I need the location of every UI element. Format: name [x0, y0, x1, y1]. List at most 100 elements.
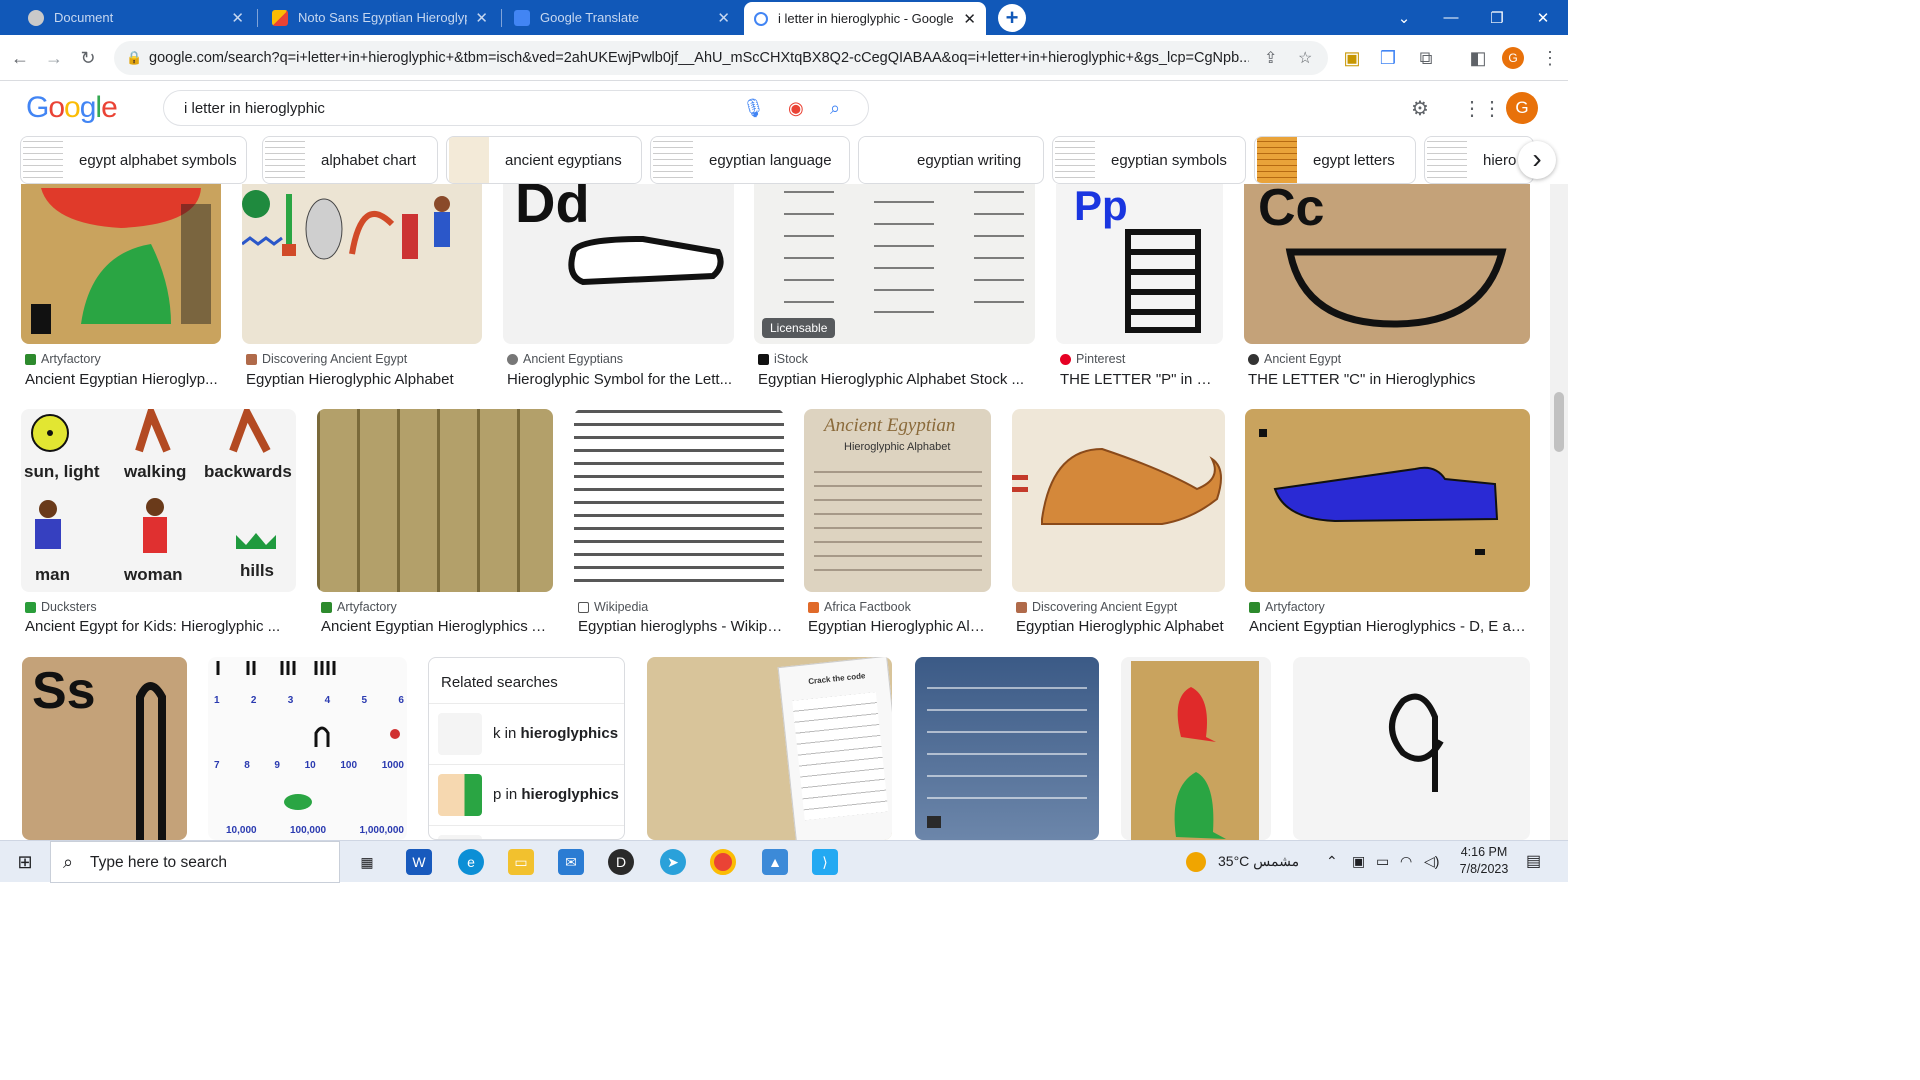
result-title[interactable]: Egyptian hieroglyphs - Wikipe... — [578, 618, 784, 635]
lens-camera-icon[interactable]: ◉ — [788, 98, 804, 119]
camera-icon[interactable]: ▣ — [1352, 853, 1365, 870]
profile-avatar[interactable]: G — [1502, 47, 1524, 69]
address-bar[interactable]: 🔒 google.com/search?q=i+letter+in+hierog… — [114, 41, 1328, 75]
close-icon[interactable]: ✕ — [717, 9, 730, 27]
close-icon[interactable]: ✕ — [475, 9, 488, 27]
google-logo[interactable]: Google — [26, 91, 118, 125]
result-image[interactable] — [574, 409, 784, 592]
windows-start-icon[interactable]: ⊞ — [12, 849, 38, 875]
menu-kebab-icon[interactable]: ⋮ — [1538, 46, 1562, 70]
result-title[interactable]: Egyptian Hieroglyphic Alphabet — [1016, 618, 1226, 635]
related-search-item[interactable] — [429, 825, 624, 839]
chevron-right-icon[interactable]: › — [1518, 141, 1556, 179]
new-tab-button[interactable]: + — [998, 4, 1026, 32]
related-search-item[interactable]: p in hieroglyphics — [429, 764, 624, 824]
result-image[interactable]: Crack the code — [647, 657, 892, 840]
result-title[interactable]: THE LETTER "C" in Hieroglyphics — [1248, 371, 1530, 388]
forward-arrow-icon[interactable]: → — [42, 46, 66, 70]
close-icon[interactable]: ✕ — [231, 9, 244, 27]
result-image[interactable] — [915, 657, 1099, 840]
weather-text[interactable]: 35°C مشمس — [1218, 853, 1299, 870]
wifi-icon[interactable]: ◠ — [1400, 853, 1412, 870]
copy-extension-icon[interactable]: ❒ — [1376, 46, 1400, 70]
result-image[interactable]: 123456 7 8 9 10 100 1000 10,000 100,000 1,000,0… — [208, 657, 407, 840]
battery-icon[interactable]: ▭ — [1376, 853, 1389, 870]
chip-egyptian-language[interactable]: egyptian language — [650, 136, 850, 184]
result-image[interactable] — [317, 409, 553, 592]
photos-icon[interactable]: ▲ — [762, 849, 788, 875]
share-icon[interactable]: ⇪ — [1264, 48, 1277, 68]
back-arrow-icon[interactable]: ← — [8, 46, 32, 70]
close-icon[interactable]: ✕ — [963, 10, 976, 28]
result-title[interactable]: Egyptian Hieroglyphic Alphabet Stock ... — [758, 371, 1034, 388]
chevron-up-icon[interactable]: ⌃ — [1326, 853, 1338, 870]
extension-icon[interactable]: ▣ — [1340, 46, 1364, 70]
result-title[interactable]: Egyptian Hieroglyphic Alp... — [808, 618, 990, 635]
tab-google-translate[interactable]: Google Translate ✕ — [504, 0, 740, 35]
search-input[interactable]: i letter in hieroglyphic — [184, 100, 325, 117]
related-search-item[interactable]: k in hieroglyphics — [429, 703, 624, 763]
scrollbar-thumb[interactable] — [1554, 392, 1564, 452]
result-image[interactable]: Dd — [503, 184, 734, 344]
window-close-icon[interactable]: ✕ — [1520, 0, 1566, 35]
taskbar-search-box[interactable]: ⌕ Type here to search — [50, 841, 340, 883]
weather-sun-icon[interactable] — [1186, 852, 1206, 872]
result-title[interactable]: Ancient Egypt for Kids: Hieroglyphic ... — [25, 618, 295, 635]
search-icon[interactable]: ⌕ — [830, 98, 840, 119]
clock[interactable]: 4:16 PM 7/8/2023 — [1455, 845, 1513, 876]
result-image[interactable]: Ss — [22, 657, 187, 840]
result-image[interactable] — [1293, 657, 1530, 840]
apps-grid-icon[interactable]: ⋮⋮ — [1462, 96, 1502, 121]
result-title[interactable]: Ancient Egyptian Hieroglyphics A... — [321, 618, 553, 635]
chip-ancient-egyptians[interactable]: ancient egyptians — [446, 136, 642, 184]
result-image[interactable]: Licensable — [754, 184, 1035, 344]
tab-search-icon[interactable]: ⌄ — [1381, 0, 1427, 35]
tab-google-search[interactable]: i letter in hieroglyphic - Google ✕ — [744, 2, 986, 35]
result-image[interactable] — [1245, 409, 1530, 592]
dell-icon[interactable]: D — [608, 849, 634, 875]
maximize-icon[interactable]: ❐ — [1474, 0, 1520, 35]
chrome-icon[interactable] — [710, 849, 736, 875]
result-image[interactable] — [21, 184, 221, 344]
licensable-badge[interactable]: Licensable — [762, 318, 836, 338]
search-box[interactable]: i letter in hieroglyphic 🎙 ◉ ⌕ — [163, 90, 869, 126]
url-text[interactable]: google.com/search?q=i+letter+in+hierogly… — [149, 50, 1249, 66]
account-avatar[interactable]: G — [1506, 92, 1538, 124]
result-image[interactable] — [1012, 409, 1225, 592]
result-image[interactable]: Cc — [1244, 184, 1530, 344]
page-scrollbar[interactable] — [1550, 184, 1568, 840]
result-title[interactable]: Egyptian Hieroglyphic Alphabet — [246, 371, 482, 388]
side-panel-icon[interactable]: ◧ — [1466, 46, 1490, 70]
tab-document[interactable]: Document ✕ — [18, 0, 254, 35]
word-icon[interactable]: W — [406, 849, 432, 875]
file-explorer-icon[interactable]: ▭ — [508, 849, 534, 875]
mail-icon[interactable]: ✉ — [558, 849, 584, 875]
result-title[interactable]: Ancient Egyptian Hieroglyp... — [25, 371, 221, 388]
result-title[interactable]: Hieroglyphic Symbol for the Lett... — [507, 371, 733, 388]
result-title[interactable]: Ancient Egyptian Hieroglyphics - D, E an… — [1249, 618, 1529, 635]
lock-icon[interactable]: 🔒 — [126, 50, 142, 66]
microphone-icon[interactable]: 🎙 — [742, 98, 765, 119]
telegram-icon[interactable]: ➤ — [660, 849, 686, 875]
result-image[interactable]: Ancient Egyptian Hieroglyphic Alphabet — [804, 409, 991, 592]
settings-gear-icon[interactable]: ⚙ — [1411, 96, 1429, 121]
result-title[interactable]: THE LETTER "P" in Hie... — [1060, 371, 1222, 388]
tab-noto-sans[interactable]: Noto Sans Egyptian Hieroglyph ✕ — [262, 0, 498, 35]
bookmark-star-icon[interactable]: ☆ — [1298, 48, 1312, 68]
volume-icon[interactable]: ◁) — [1424, 853, 1439, 870]
vscode-icon[interactable]: ⟩ — [812, 849, 838, 875]
reload-icon[interactable]: ↻ — [76, 46, 100, 70]
task-view-icon[interactable]: ▦ — [354, 849, 380, 875]
minimize-icon[interactable]: — — [1428, 0, 1474, 35]
chip-alphabet-chart[interactable]: alphabet chart — [262, 136, 438, 184]
result-image[interactable] — [1121, 657, 1271, 840]
edge-icon[interactable]: e — [458, 849, 484, 875]
extensions-puzzle-icon[interactable]: ⧉ — [1414, 46, 1438, 70]
notification-icon[interactable]: ▤ — [1526, 851, 1541, 871]
result-image[interactable]: Pp — [1056, 184, 1223, 344]
result-image[interactable]: sun, light walking backwards man woman h… — [21, 409, 296, 592]
chip-egypt-alphabet-symbols[interactable]: egypt alphabet symbols — [20, 136, 247, 184]
chip-egypt-letters[interactable]: egypt letters — [1254, 136, 1416, 184]
chip-egyptian-writing[interactable]: egyptian writing — [858, 136, 1044, 184]
result-image[interactable] — [242, 184, 482, 344]
